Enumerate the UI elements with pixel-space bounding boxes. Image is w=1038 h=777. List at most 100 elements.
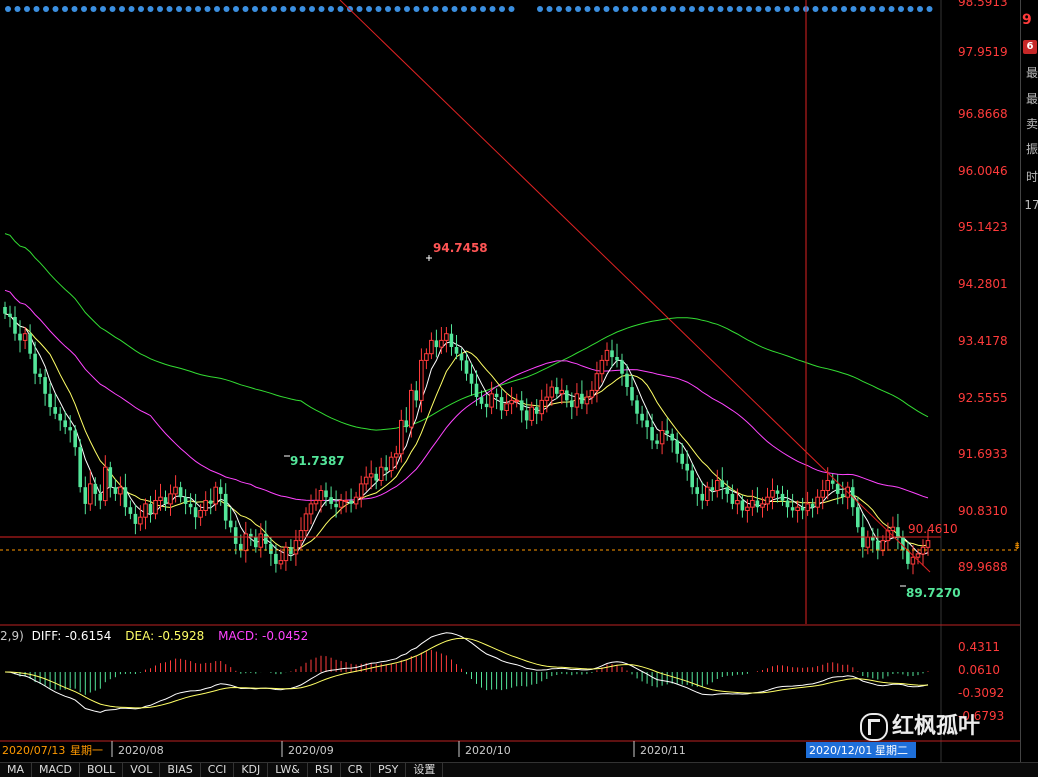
time-start-date: 2020/07/13 bbox=[2, 744, 65, 757]
candle-body bbox=[353, 496, 359, 505]
tab-boll[interactable]: BOLL bbox=[80, 763, 124, 777]
tab-ma[interactable]: MA bbox=[0, 763, 33, 777]
tab-lw[interactable]: LW& bbox=[268, 763, 308, 777]
candle-body bbox=[565, 390, 569, 401]
top-dot bbox=[660, 6, 667, 12]
candle-body bbox=[494, 393, 499, 398]
candle-body bbox=[349, 500, 353, 504]
candle-body bbox=[399, 419, 404, 455]
top-dot bbox=[841, 6, 847, 12]
candle-body bbox=[499, 397, 504, 411]
price-tick-5: 94.2801 bbox=[958, 277, 1008, 291]
candle-body bbox=[8, 313, 12, 317]
top-dot bbox=[176, 6, 182, 12]
candle-body bbox=[63, 420, 67, 428]
top-dot bbox=[119, 6, 125, 12]
tab-macd[interactable]: MACD bbox=[32, 763, 80, 777]
price-tick-1: 97.9519 bbox=[958, 45, 1008, 59]
macd-params: 2,9) bbox=[0, 629, 24, 643]
candle-body bbox=[815, 496, 820, 508]
candle-body bbox=[529, 406, 535, 421]
candle-body bbox=[825, 480, 831, 491]
candle-body bbox=[58, 413, 62, 421]
candle-body bbox=[213, 486, 218, 505]
candle-body bbox=[53, 407, 57, 414]
candle-body bbox=[108, 467, 113, 488]
diff-label: DIFF: bbox=[32, 629, 62, 643]
candle-body bbox=[173, 486, 178, 495]
top-dot bbox=[746, 6, 752, 12]
top-dot bbox=[318, 6, 325, 12]
top-dot bbox=[252, 6, 258, 12]
top-dot bbox=[907, 6, 914, 12]
top-dot bbox=[508, 6, 515, 12]
tab-kdj[interactable]: KDJ bbox=[234, 763, 269, 777]
top-dot bbox=[413, 6, 420, 12]
candle-body bbox=[123, 487, 128, 508]
candle-body bbox=[876, 540, 880, 551]
price-tick-9: 90.8310 bbox=[958, 504, 1008, 518]
candlestick-chart[interactable]: 98.5913 97.9519 96.8668 96.0046 95.1423 … bbox=[0, 0, 1038, 776]
candle-body bbox=[378, 466, 384, 482]
candle-body bbox=[680, 453, 684, 464]
candle-body bbox=[153, 500, 158, 515]
macd-tick-1: 0.0610 bbox=[958, 663, 1000, 677]
right-info-strip: 9 6 最 最 卖 振 时 17 bbox=[1020, 0, 1038, 776]
candle-body bbox=[715, 480, 720, 491]
candle-body bbox=[920, 546, 926, 555]
candle-body bbox=[128, 507, 133, 514]
top-dot bbox=[736, 6, 743, 12]
candle-body bbox=[338, 500, 344, 508]
top-dot bbox=[356, 6, 363, 12]
candle-body bbox=[630, 387, 634, 401]
top-dot bbox=[62, 6, 68, 12]
tab-rsi[interactable]: RSI bbox=[308, 763, 341, 777]
top-dot bbox=[461, 6, 467, 12]
tab-psy[interactable]: PSY bbox=[371, 763, 407, 777]
top-dot bbox=[43, 6, 49, 12]
candle-body bbox=[695, 487, 699, 494]
candle-body bbox=[544, 396, 550, 401]
candle-body bbox=[343, 500, 349, 502]
candle-body bbox=[78, 447, 82, 488]
top-dot bbox=[499, 6, 505, 12]
top-dot bbox=[33, 6, 40, 12]
tab-vol[interactable]: VOL bbox=[123, 763, 161, 777]
candle-body bbox=[138, 516, 143, 525]
top-dot bbox=[812, 6, 819, 12]
tab-cr[interactable]: CR bbox=[341, 763, 372, 777]
candle-body bbox=[504, 403, 509, 411]
candle-body bbox=[555, 387, 559, 394]
dea-value: -0.5928 bbox=[158, 629, 204, 643]
price-tick-8: 91.6933 bbox=[958, 447, 1008, 461]
candle-body bbox=[594, 373, 600, 391]
info-label-amplitude: 振 bbox=[1025, 142, 1038, 156]
candle-body bbox=[584, 396, 590, 405]
candle-body bbox=[915, 553, 921, 558]
candle-body bbox=[358, 483, 364, 498]
macd-tick-2: -0.3092 bbox=[958, 686, 1004, 700]
candle-body bbox=[3, 307, 7, 314]
top-dot bbox=[195, 6, 201, 12]
candle-body bbox=[599, 359, 605, 375]
tab-settings[interactable]: 设置 bbox=[406, 763, 444, 777]
info-label-time: 时 bbox=[1025, 170, 1038, 184]
candle-body bbox=[384, 467, 388, 471]
watermark: 红枫孤叶 bbox=[860, 708, 980, 741]
high-label: 94.7458 bbox=[433, 241, 488, 255]
tab-bias[interactable]: BIAS bbox=[160, 763, 201, 777]
candle-body bbox=[308, 503, 314, 515]
price-tick-10: 89.9688 bbox=[958, 560, 1008, 574]
top-dot bbox=[546, 6, 553, 12]
candle-body bbox=[143, 503, 148, 518]
top-dot bbox=[385, 6, 391, 12]
top-dot bbox=[24, 6, 30, 12]
top-dot bbox=[651, 6, 657, 12]
candle-body bbox=[865, 536, 871, 548]
top-dot bbox=[261, 6, 268, 12]
tab-cci[interactable]: CCI bbox=[201, 763, 235, 777]
candle-body bbox=[419, 359, 424, 401]
info-label-high: 最 bbox=[1025, 66, 1038, 80]
price-axis: 98.5913 97.9519 96.8668 96.0046 95.1423 … bbox=[940, 0, 1008, 776]
quote-badge-2: 6 bbox=[1023, 40, 1037, 54]
